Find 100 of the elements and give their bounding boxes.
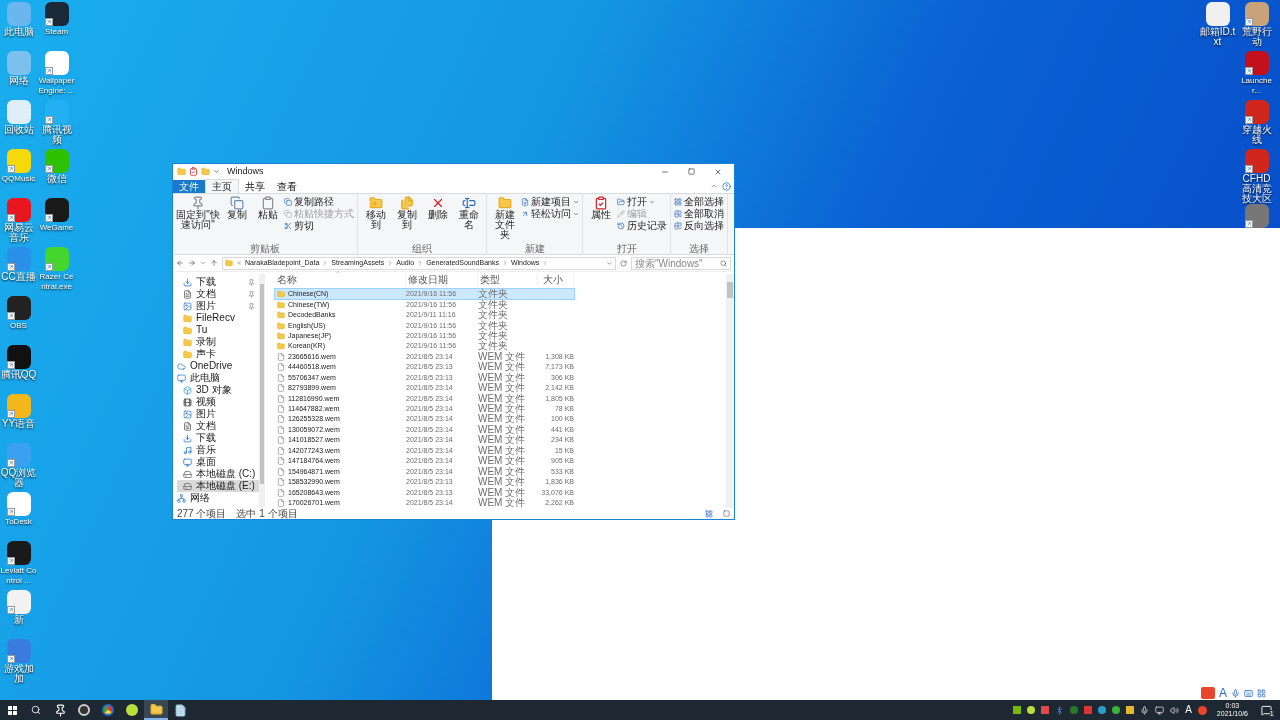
nav-item[interactable]: 下载 [177,276,259,288]
refresh-icon[interactable] [620,259,627,267]
file-type: 文件夹 [478,341,508,352]
chevron-icon[interactable] [542,260,549,266]
search-field[interactable]: 搜索"Windows" [631,256,731,270]
nav-icon [183,469,192,479]
search-icon[interactable] [31,705,41,715]
recent-caret-icon[interactable] [200,260,206,266]
back-icon[interactable] [176,259,184,267]
ribbon-button[interactable]: 新建文件夹 [490,196,519,243]
column-header[interactable]: 修改日期 [406,274,478,286]
nav-item[interactable]: 本地磁盘 (C:) [177,468,259,480]
maximize-icon[interactable] [688,168,695,175]
ribbon-small-button[interactable]: 剪切 [284,220,354,231]
app-icon[interactable] [6,296,31,320]
overflow-chevron-icon[interactable] [236,260,242,266]
app-icon[interactable] [1244,100,1269,124]
mic-icon [1140,705,1150,715]
caret-icon [213,168,220,175]
file-tab[interactable]: 文件 [173,179,205,193]
chevron-icon[interactable] [322,260,329,266]
ribbon-icon [284,197,292,206]
nav-item[interactable]: OneDrive [177,360,259,372]
nav-item[interactable]: 录制 [177,336,259,348]
ribbon-button[interactable]: 属性 [586,196,615,243]
nav-item[interactable]: 声卡 [177,348,259,360]
nav-icon [183,349,192,359]
scrollbar[interactable] [726,274,734,508]
ribbon-small-button[interactable]: 全部取消 [674,208,724,219]
app-icon[interactable] [44,2,69,26]
ribbon-small-button[interactable]: 打开 [617,196,667,207]
ribbon-small-button[interactable]: 新建项目 [521,196,579,207]
app-icon[interactable] [1244,204,1269,228]
nav-item[interactable]: 桌面 [177,456,259,468]
file-type: WEM 文件 [478,435,527,446]
ribbon-button[interactable]: 删除 [423,196,452,243]
ribbon-tab[interactable]: 共享 [239,179,271,193]
app-icon[interactable] [6,541,31,565]
nav-item[interactable]: 本地磁盘 (E:) [177,480,259,492]
app-icon[interactable] [1244,149,1269,173]
ribbon-tab[interactable]: 主页 [205,179,239,193]
nav-item[interactable]: 文档 [177,288,259,300]
icon-label: 网易云音乐 [2,223,35,243]
ribbon-small-button[interactable]: 复制路径 [284,196,354,207]
nav-item[interactable]: Tu [177,324,259,336]
column-header[interactable]: 类型 [478,274,538,286]
ribbon-button[interactable]: 复制 [222,196,251,243]
mic-icon[interactable] [1231,688,1240,698]
help-icon[interactable] [722,181,731,191]
properties-icon [189,167,198,176]
ime-logo[interactable] [1201,687,1215,699]
nav-item[interactable]: 图片 [177,408,259,420]
ribbon-small-button[interactable]: 历史记录 [617,220,667,231]
nav-item[interactable]: 网络 [177,492,259,504]
nav-item[interactable]: 音乐 [177,444,259,456]
ribbon-small-button[interactable]: 轻松访问 [521,208,579,219]
app-icon[interactable] [6,345,31,369]
chevron-icon[interactable] [417,260,424,266]
app-icon[interactable] [1244,2,1269,26]
taskbar-app[interactable] [144,700,168,720]
nav-icon [183,433,192,443]
forward-icon[interactable] [188,259,196,267]
ribbon-small-button[interactable]: 反向选择 [674,220,724,231]
grid-icon[interactable] [1257,688,1266,698]
ribbon-button[interactable]: 粘贴 [253,196,282,243]
nav-item[interactable]: FileRecv [177,312,259,324]
nav-item[interactable]: 此电脑 [177,372,259,384]
notification-icon[interactable] [1260,704,1272,716]
ime-mode[interactable]: A [1219,687,1227,699]
ribbon-icon [399,196,414,210]
app-icon[interactable] [1244,51,1269,75]
app-icon[interactable] [44,198,69,222]
ribbon-small-button[interactable]: 全部选择 [674,196,724,207]
column-header[interactable]: 大小 [538,274,574,286]
chevron-icon[interactable] [501,260,508,266]
nav-item[interactable]: 3D 对象 [177,384,259,396]
icon-label: 网络 [7,76,30,86]
nav-item[interactable]: 视频 [177,396,259,408]
column-header[interactable]: 名称 [275,274,406,286]
up-icon[interactable] [210,259,218,267]
ribbon-tab[interactable]: 查看 [271,179,303,193]
icon-label: 游戏加加 [2,664,35,684]
ribbon-button[interactable]: 固定到"快速访问" [176,196,220,243]
icon-label: Launcher... [1240,76,1273,96]
chevron-icon[interactable] [387,260,394,266]
tiles-view-icon[interactable] [723,510,730,517]
ribbon-button[interactable]: 复制到 [392,196,421,243]
keyboard-icon[interactable] [1244,688,1253,698]
nav-item[interactable]: 图片 [177,300,259,312]
details-view-icon[interactable] [705,509,713,518]
ribbon-button[interactable]: 移动到 [361,196,390,243]
close-icon[interactable] [714,167,722,176]
input-mode[interactable]: A [1185,705,1192,715]
caret-icon[interactable] [606,259,613,267]
collapse-icon[interactable] [710,182,718,190]
ribbon-button[interactable]: 重命名 [454,196,483,243]
icon-label: Wallpaper Engine: ... [38,76,75,96]
scrollbar[interactable] [259,274,265,508]
nav-item[interactable]: 文档 [177,420,259,432]
nav-item[interactable]: 下载 [177,432,259,444]
